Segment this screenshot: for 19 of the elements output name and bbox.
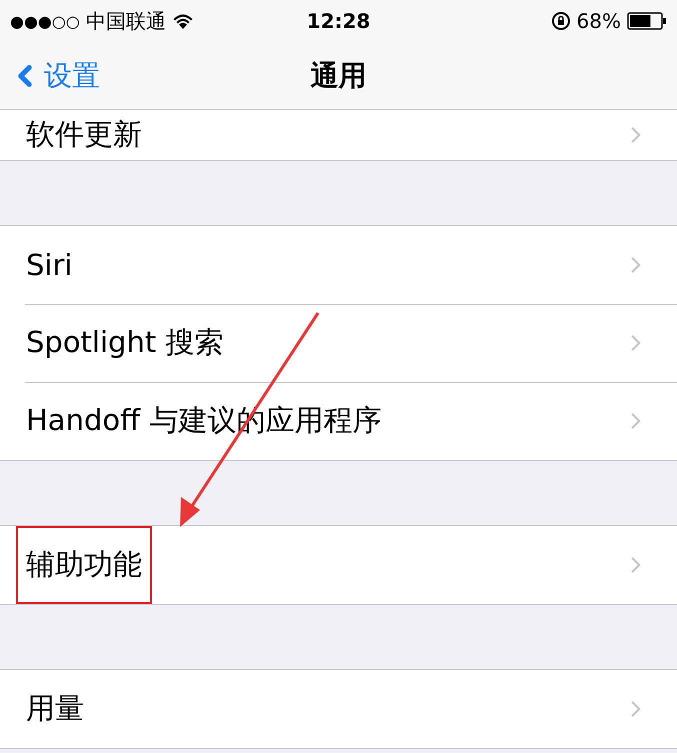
settings-row[interactable]: 辅助功能 (0, 526, 677, 604)
carrier-name: 中国联通 (86, 8, 166, 34)
row-label: Spotlight 搜索 (25, 324, 224, 361)
page-title: 通用 (310, 58, 366, 94)
battery-icon (626, 12, 667, 30)
settings-row[interactable]: Siri (0, 226, 677, 304)
battery-percentage: 68% (576, 9, 621, 33)
settings-row[interactable]: 用量 (0, 670, 677, 748)
back-button[interactable]: 设置 (0, 56, 100, 94)
rotation-lock-icon (550, 11, 571, 31)
row-label: Siri (25, 247, 74, 284)
settings-row[interactable]: 软件更新 (0, 110, 677, 160)
clock-time: 12:28 (306, 9, 370, 33)
row-label: 用量 (25, 690, 85, 727)
settings-row[interactable]: Spotlight 搜索 (0, 304, 677, 382)
row-label: 辅助功能 (16, 526, 152, 604)
wifi-icon (172, 13, 194, 29)
signal-strength: ●●●○○ (10, 12, 80, 30)
row-label: 软件更新 (25, 116, 143, 153)
